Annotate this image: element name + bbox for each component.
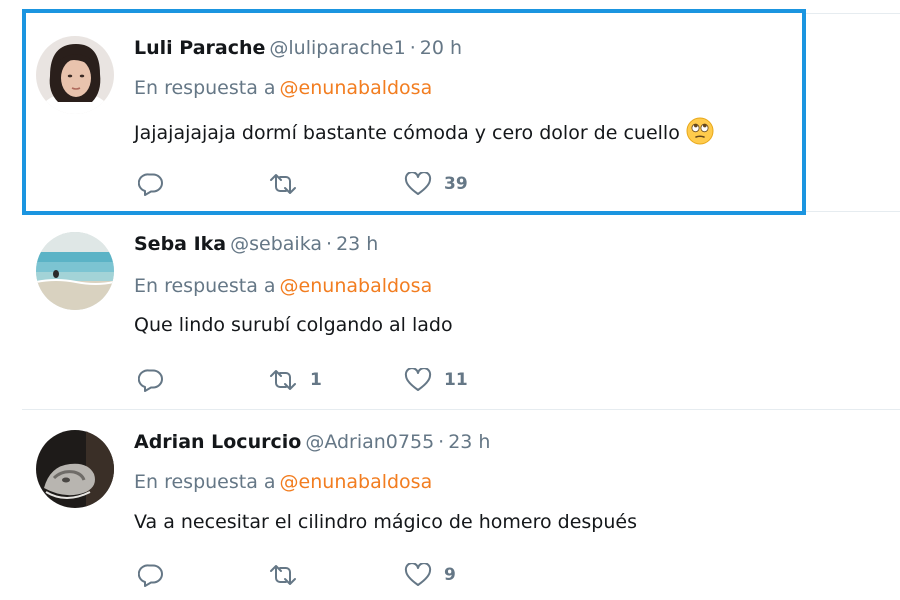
rolling-eyes-emoji-icon <box>686 117 714 151</box>
reply-button[interactable] <box>138 561 176 589</box>
like-button[interactable]: 9 <box>404 561 456 589</box>
avatar[interactable] <box>36 36 114 114</box>
tweet-text: Que lindo surubí colgando al lado <box>134 313 453 337</box>
reply-context: En respuesta a @enunabaldosa <box>134 274 432 298</box>
display-name[interactable]: Luli Parache <box>134 37 265 59</box>
retweet-icon <box>268 172 298 196</box>
tweet-text-content: Va a necesitar el cilindro mágico de hom… <box>134 511 637 533</box>
tweet-header: Adrian Locurcio @Adrian0755 · 23 h <box>134 430 490 454</box>
tweet-text: Va a necesitar el cilindro mágico de hom… <box>134 510 637 534</box>
reply-prefix: En respuesta a <box>134 77 276 99</box>
user-handle[interactable]: @sebaika <box>230 233 322 255</box>
user-handle[interactable]: @luliparache1 <box>269 37 405 59</box>
reply-prefix: En respuesta a <box>134 275 276 297</box>
retweet-button[interactable] <box>268 170 310 198</box>
heart-icon <box>404 368 432 392</box>
reply-icon <box>138 172 164 196</box>
tweet[interactable]: Luli Parache @luliparache1 · 20 h En respue… <box>0 13 878 210</box>
reply-context: En respuesta a @enunabaldosa <box>134 470 432 494</box>
tweet-text-content: Jajajajajaja dormí bastante cómoda y cer… <box>134 122 680 144</box>
separator-dot: · <box>409 37 416 59</box>
retweet-icon <box>268 368 298 392</box>
separator-dot: · <box>326 233 333 255</box>
retweet-button[interactable]: 1 <box>268 366 322 394</box>
reply-context: En respuesta a @enunabaldosa <box>134 76 432 100</box>
reply-icon <box>138 368 164 392</box>
heart-icon <box>404 563 432 587</box>
like-button[interactable]: 39 <box>404 170 468 198</box>
tweet-text-content: Que lindo surubí colgando al lado <box>134 314 453 336</box>
avatar[interactable] <box>36 430 114 508</box>
heart-icon <box>404 172 432 196</box>
timestamp[interactable]: 23 h <box>448 431 490 453</box>
tweet-header: Luli Parache @luliparache1 · 20 h <box>134 36 462 60</box>
like-count: 9 <box>444 565 456 585</box>
reply-mention-link[interactable]: @enunabaldosa <box>280 471 433 493</box>
tweet-text: Jajajajajaja dormí bastante cómoda y cer… <box>134 117 714 151</box>
separator-dot: · <box>438 431 445 453</box>
user-handle[interactable]: @Adrian0755 <box>305 431 434 453</box>
reply-mention-link[interactable]: @enunabaldosa <box>280 77 433 99</box>
timestamp[interactable]: 20 h <box>420 37 462 59</box>
like-button[interactable]: 11 <box>404 366 468 394</box>
retweet-button[interactable] <box>268 561 310 589</box>
timestamp[interactable]: 23 h <box>336 233 378 255</box>
reply-icon <box>138 563 164 587</box>
display-name[interactable]: Seba Ika <box>134 233 226 255</box>
avatar[interactable] <box>36 232 114 310</box>
reply-prefix: En respuesta a <box>134 471 276 493</box>
tweet[interactable]: Adrian Locurcio @Adrian0755 · 23 h En respu… <box>0 410 878 600</box>
retweet-icon <box>268 563 298 587</box>
retweet-count: 1 <box>310 370 322 390</box>
tweet[interactable]: Seba Ika @sebaika · 23 h En respuesta a @enu… <box>0 212 878 408</box>
reply-button[interactable] <box>138 366 176 394</box>
like-count: 11 <box>444 370 468 390</box>
display-name[interactable]: Adrian Locurcio <box>134 431 301 453</box>
reply-button[interactable] <box>138 170 176 198</box>
tweet-header: Seba Ika @sebaika · 23 h <box>134 232 378 256</box>
replies-timeline: Luli Parache @luliparache1 · 20 h En respue… <box>0 0 900 600</box>
like-count: 39 <box>444 174 468 194</box>
reply-mention-link[interactable]: @enunabaldosa <box>280 275 433 297</box>
